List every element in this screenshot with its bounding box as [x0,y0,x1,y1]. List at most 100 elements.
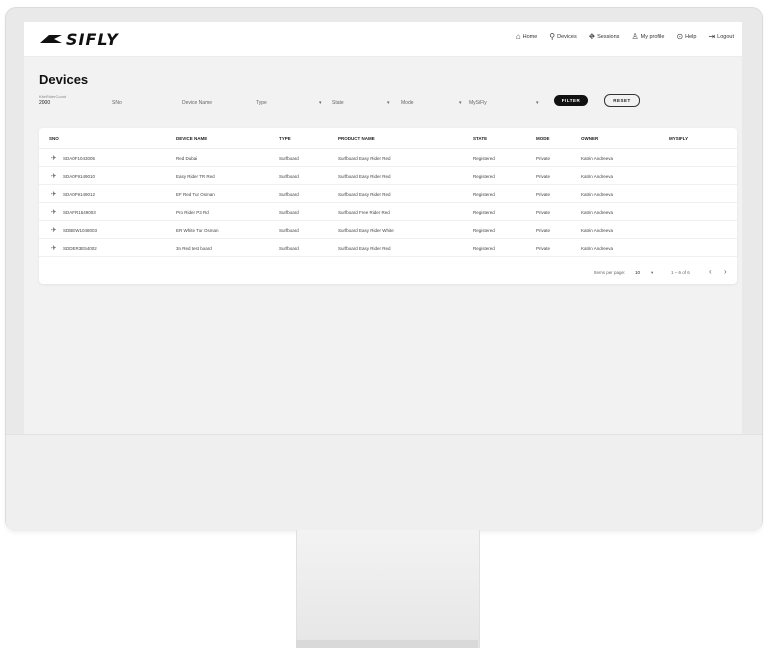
chevron-down-icon: ▾ [459,100,462,106]
cell-device-name: EF Red Tur Osman [176,192,215,197]
nav-devices[interactable]: ⚲ Devices [549,33,576,41]
cell-mode: Private [536,156,551,161]
table-row[interactable]: ✈ SDDER3E54002 3n Red test board Surfboa… [39,240,737,257]
cell-state: Registered [473,246,495,251]
devices-icon: ⚲ [549,32,556,41]
sessions-icon: ⛖ [588,32,596,41]
device-name-filter-input[interactable]: Device Name [182,100,212,106]
col-owner[interactable]: OWNER [581,136,598,141]
surfboard-icon: ✈ [51,208,57,216]
cell-owner: Katrin Andreeva [581,228,614,233]
cell-owner: Katrin Andreeva [581,174,614,179]
cell-owner: Katrin Andreeva [581,210,614,215]
nav-label: Devices [557,34,577,40]
cell-sno: SDAFR1549003 [63,210,96,215]
next-page-button[interactable]: › [724,267,727,276]
col-sno[interactable]: SNO [49,136,59,141]
cell-product-name: Surfboard Easy Rider Red [338,192,391,197]
chevron-down-icon: ▾ [536,100,539,106]
page-title: Devices [39,72,89,87]
state-filter-select[interactable]: State [332,100,344,106]
items-per-page-select[interactable]: 10 [635,270,640,275]
chevron-down-icon: ▾ [319,100,322,106]
cell-device-name: Red Dubai [176,156,198,161]
pagination: Items per page: 10 ▾ 1 – 6 of 6 ‹ › [39,264,737,280]
user-icon: ♙ [631,32,639,41]
help-icon: ⊙ [676,32,684,41]
home-icon: ⌂ [515,32,521,41]
monitor-stand [296,530,480,648]
count-field[interactable]: 2000 [39,100,50,106]
cell-sno: SDDER3E54002 [63,246,97,251]
cell-product-name: Surfboard Easy Rider Red [338,174,391,179]
cell-device-name: Pro Rider P3 Rd [176,210,209,215]
table-row[interactable]: ✈ SDA0F9149010 Easy Rider TR Red Surfboa… [39,168,737,185]
cell-mode: Private [536,174,551,179]
devices-table: SNO DEVICE NAME TYPE PRODUCT NAME STATE … [39,128,737,284]
nav-help[interactable]: ⊙ Help [676,33,696,41]
nav-label: Help [685,34,697,40]
nav-label: Logout [717,34,734,40]
cell-device-name: ER White Tur Osman [176,228,219,233]
surfboard-icon: ✈ [51,154,57,162]
cell-state: Registered [473,192,495,197]
cell-sno: SDA0F9149010 [63,174,96,179]
filter-caption: KiteRiderCount [39,94,67,99]
col-type[interactable]: TYPE [279,136,291,141]
cell-owner: Katrin Andreeva [581,192,614,197]
cell-state: Registered [473,210,495,215]
nav-label: My profile [640,34,665,40]
cell-state: Registered [473,156,495,161]
nav-label: Home [522,34,538,40]
nav-sessions[interactable]: ⛖ Sessions [589,33,620,41]
type-filter-select[interactable]: Type [256,100,267,106]
cell-product-name: Surfboard Free Rider Red [338,210,390,215]
cell-mode: Private [536,228,551,233]
cell-state: Registered [473,228,495,233]
table-row[interactable]: ✈ SDA0F9149012 EF Red Tur Osman Surfboar… [39,186,737,203]
chevron-down-icon: ▾ [651,270,654,275]
cell-type: Surfboard [279,174,299,179]
table-row[interactable]: ✈ SDA0F1043005 Red Dubai Surfboard Surfb… [39,150,737,167]
cell-sno: SDA0F1043005 [63,156,96,161]
page-range: 1 – 6 of 6 [671,270,690,275]
mode-filter-select[interactable]: Mode [401,100,414,106]
col-mysifly[interactable]: MYSIFLY [669,136,688,141]
logo-mark-icon [40,35,62,43]
nav-home[interactable]: ⌂ Home [516,33,538,41]
cell-type: Surfboard [279,228,299,233]
cell-owner: Katrin Andreeva [581,246,614,251]
top-navbar: SIFLY ⌂ Home ⚲ Devices ⛖ Sessions ♙ My profi… [24,22,742,57]
filter-button[interactable]: FILTER [554,95,588,106]
table-row[interactable]: ✈ SDBEW1048003 ER White Tur Osman Surfbo… [39,222,737,239]
brand-logo[interactable]: SIFLY [40,30,119,49]
nav-logout[interactable]: ⇥ Logout [708,33,734,41]
mysifly-filter-select[interactable]: MySiFly [469,100,487,106]
cell-type: Surfboard [279,192,299,197]
table-header: SNO DEVICE NAME TYPE PRODUCT NAME STATE … [39,128,737,149]
surfboard-icon: ✈ [51,226,57,234]
surfboard-icon: ✈ [51,244,57,252]
reset-button[interactable]: RESET [604,94,640,107]
monitor-chin [6,434,762,531]
cell-product-name: Surfboard Easy Rider White [338,228,394,233]
cell-type: Surfboard [279,156,299,161]
cell-type: Surfboard [279,246,299,251]
monitor-stand-base [296,640,478,648]
cell-product-name: Surfboard Easy Rider Red [338,246,391,251]
col-state[interactable]: STATE [473,136,487,141]
col-product-name[interactable]: PRODUCT NAME [338,136,375,141]
cell-owner: Katrin Andreeva [581,156,614,161]
nav-menu: ⌂ Home ⚲ Devices ⛖ Sessions ♙ My profile ⊙ He… [516,33,734,41]
cell-mode: Private [536,246,551,251]
items-per-page-label: Items per page: [594,270,626,275]
col-device-name[interactable]: DEVICE NAME [176,136,207,141]
nav-label: Sessions [597,34,620,40]
col-mode[interactable]: MODE [536,136,550,141]
table-row[interactable]: ✈ SDAFR1549003 Pro Rider P3 Rd Surfboard… [39,204,737,221]
prev-page-button[interactable]: ‹ [709,267,712,276]
cell-device-name: 3n Red test board [176,246,212,251]
nav-my-profile[interactable]: ♙ My profile [631,33,664,41]
chevron-down-icon: ▾ [387,100,390,106]
sno-filter-input[interactable]: SNo [112,100,122,106]
